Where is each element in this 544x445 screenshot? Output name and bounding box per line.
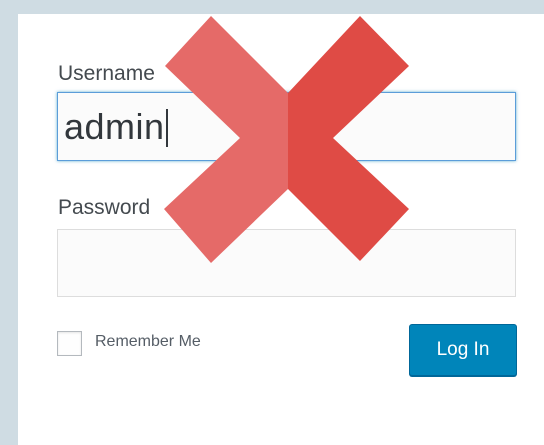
remember-me-label[interactable]: Remember Me xyxy=(95,334,201,350)
remember-me-checkbox[interactable] xyxy=(57,331,82,356)
log-in-button[interactable]: Log In xyxy=(409,324,517,376)
password-label: Password xyxy=(58,196,151,219)
text-caret xyxy=(165,109,168,147)
password-input[interactable] xyxy=(57,229,516,297)
username-value: admin xyxy=(64,106,165,147)
username-value-wrap: admin xyxy=(64,106,168,148)
username-input[interactable]: admin xyxy=(57,92,516,161)
login-form: Username admin Password Remember Me Log … xyxy=(18,14,544,445)
username-label: Username xyxy=(58,62,155,85)
